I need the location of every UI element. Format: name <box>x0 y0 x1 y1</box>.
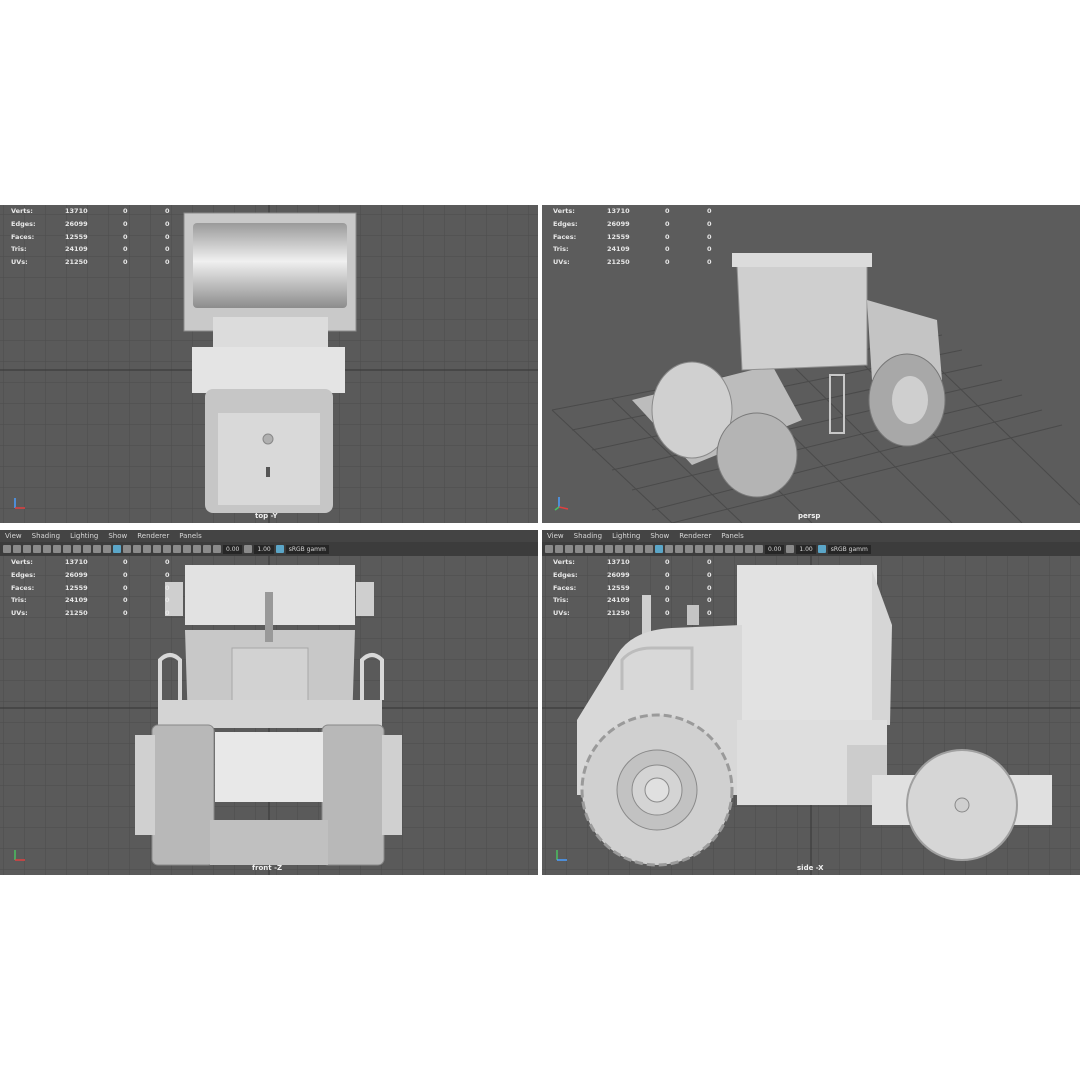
viewport-front[interactable]: View Shading Lighting Show Renderer Pane… <box>0 530 538 875</box>
viewport-side[interactable]: View Shading Lighting Show Renderer Pane… <box>542 530 1080 875</box>
hud-tris-row: Tris: 24109 0 0 <box>11 596 170 605</box>
hud-verts-row: Verts: 13710 0 0 <box>553 558 712 566</box>
viewport-label: side -X <box>797 864 824 872</box>
hud-edges-row: Edges: 26099 0 0 <box>11 570 170 579</box>
hud-faces-row: Faces: 12559 0 0 <box>11 232 170 241</box>
hud-uvs-row: UVs: 21250 0 0 <box>11 609 170 618</box>
hud-faces-row: Faces: 12559 0 0 <box>11 583 170 592</box>
hud-verts-row: Verts: 13710 0 0 <box>11 558 170 566</box>
hud-uvs-row: UVs: 21250 0 0 <box>553 258 712 267</box>
poly-count-hud: Verts: 13710 0 0 Edges: 26099 0 0 Faces: 12559 0… <box>553 205 727 269</box>
poly-count-hud: Verts: 13710 0 0 Edges: 26099 0 0 Faces: 12559 0… <box>553 556 727 620</box>
hud-verts-row: Verts: 13710 0 0 <box>11 207 170 215</box>
viewport-label: front -Z <box>252 864 283 872</box>
hud-uvs-row: UVs: 21250 0 0 <box>553 609 712 618</box>
hud-edges-row: Edges: 26099 0 0 <box>553 219 712 228</box>
viewport-persp[interactable]: Verts: 13710 0 0 Edges: 26099 0 0 Faces: 12559 0… <box>542 205 1080 523</box>
viewport-top[interactable]: Verts: 13710 0 0 Edges: 26099 0 0 Faces: 12559 0… <box>0 205 538 523</box>
viewport-label: persp <box>798 512 821 520</box>
hud-uvs-row: UVs: 21250 0 0 <box>11 258 170 267</box>
axis-gizmo-icon <box>556 850 567 861</box>
hud-verts-row: Verts: 13710 0 0 <box>553 207 712 215</box>
viewport-label: top -Y <box>255 512 278 520</box>
hud-edges-row: Edges: 26099 0 0 <box>553 570 712 579</box>
hud-faces-row: Faces: 12559 0 0 <box>553 232 712 241</box>
axis-gizmo-icon <box>554 497 569 511</box>
poly-count-hud: Verts: 13710 0 0 Edges: 26099 0 0 Faces: 12559 0… <box>11 556 185 620</box>
hud-tris-row: Tris: 24109 0 0 <box>11 245 170 254</box>
axis-gizmo-icon <box>14 850 25 861</box>
hud-edges-row: Edges: 26099 0 0 <box>11 219 170 228</box>
axis-gizmo-icon <box>14 498 25 509</box>
poly-count-hud: Verts: 13710 0 0 Edges: 26099 0 0 Faces: 12559 0… <box>11 205 185 269</box>
hud-tris-row: Tris: 24109 0 0 <box>553 596 712 605</box>
hud-faces-row: Faces: 12559 0 0 <box>553 583 712 592</box>
hud-tris-row: Tris: 24109 0 0 <box>553 245 712 254</box>
